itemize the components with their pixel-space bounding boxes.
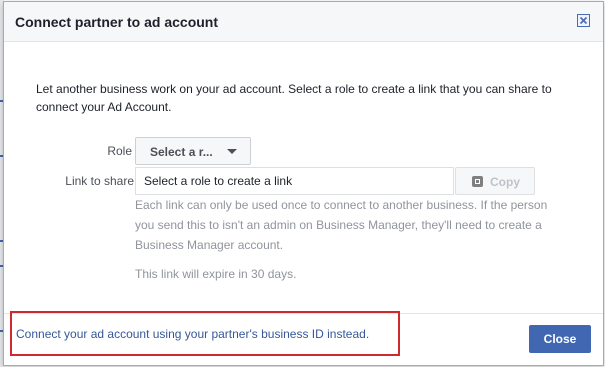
- share-link-input[interactable]: [135, 167, 454, 195]
- chevron-down-icon: [227, 149, 237, 154]
- role-select-value: Select a r...: [150, 145, 213, 159]
- dialog-header: Connect partner to ad account: [4, 2, 603, 42]
- dialog-title: Connect partner to ad account: [15, 14, 219, 30]
- partner-business-id-link[interactable]: Connect your ad account using your partn…: [16, 327, 369, 341]
- connect-partner-dialog: Connect partner to ad account Let anothe…: [3, 1, 604, 366]
- copy-icon: [472, 176, 483, 187]
- role-label: Role: [107, 144, 132, 158]
- link-expiry-note: This link will expire in 30 days.: [135, 267, 297, 281]
- close-icon[interactable]: [577, 14, 590, 27]
- link-usage-note: Each link can only be used once to conne…: [135, 198, 548, 252]
- role-select-button[interactable]: Select a r...: [135, 137, 251, 165]
- close-button[interactable]: Close: [529, 325, 591, 353]
- dialog-description: Let another business work on your ad acc…: [36, 82, 552, 114]
- link-to-share-label: Link to share: [65, 174, 134, 188]
- copy-button[interactable]: Copy: [455, 167, 535, 195]
- copy-button-label: Copy: [490, 175, 520, 189]
